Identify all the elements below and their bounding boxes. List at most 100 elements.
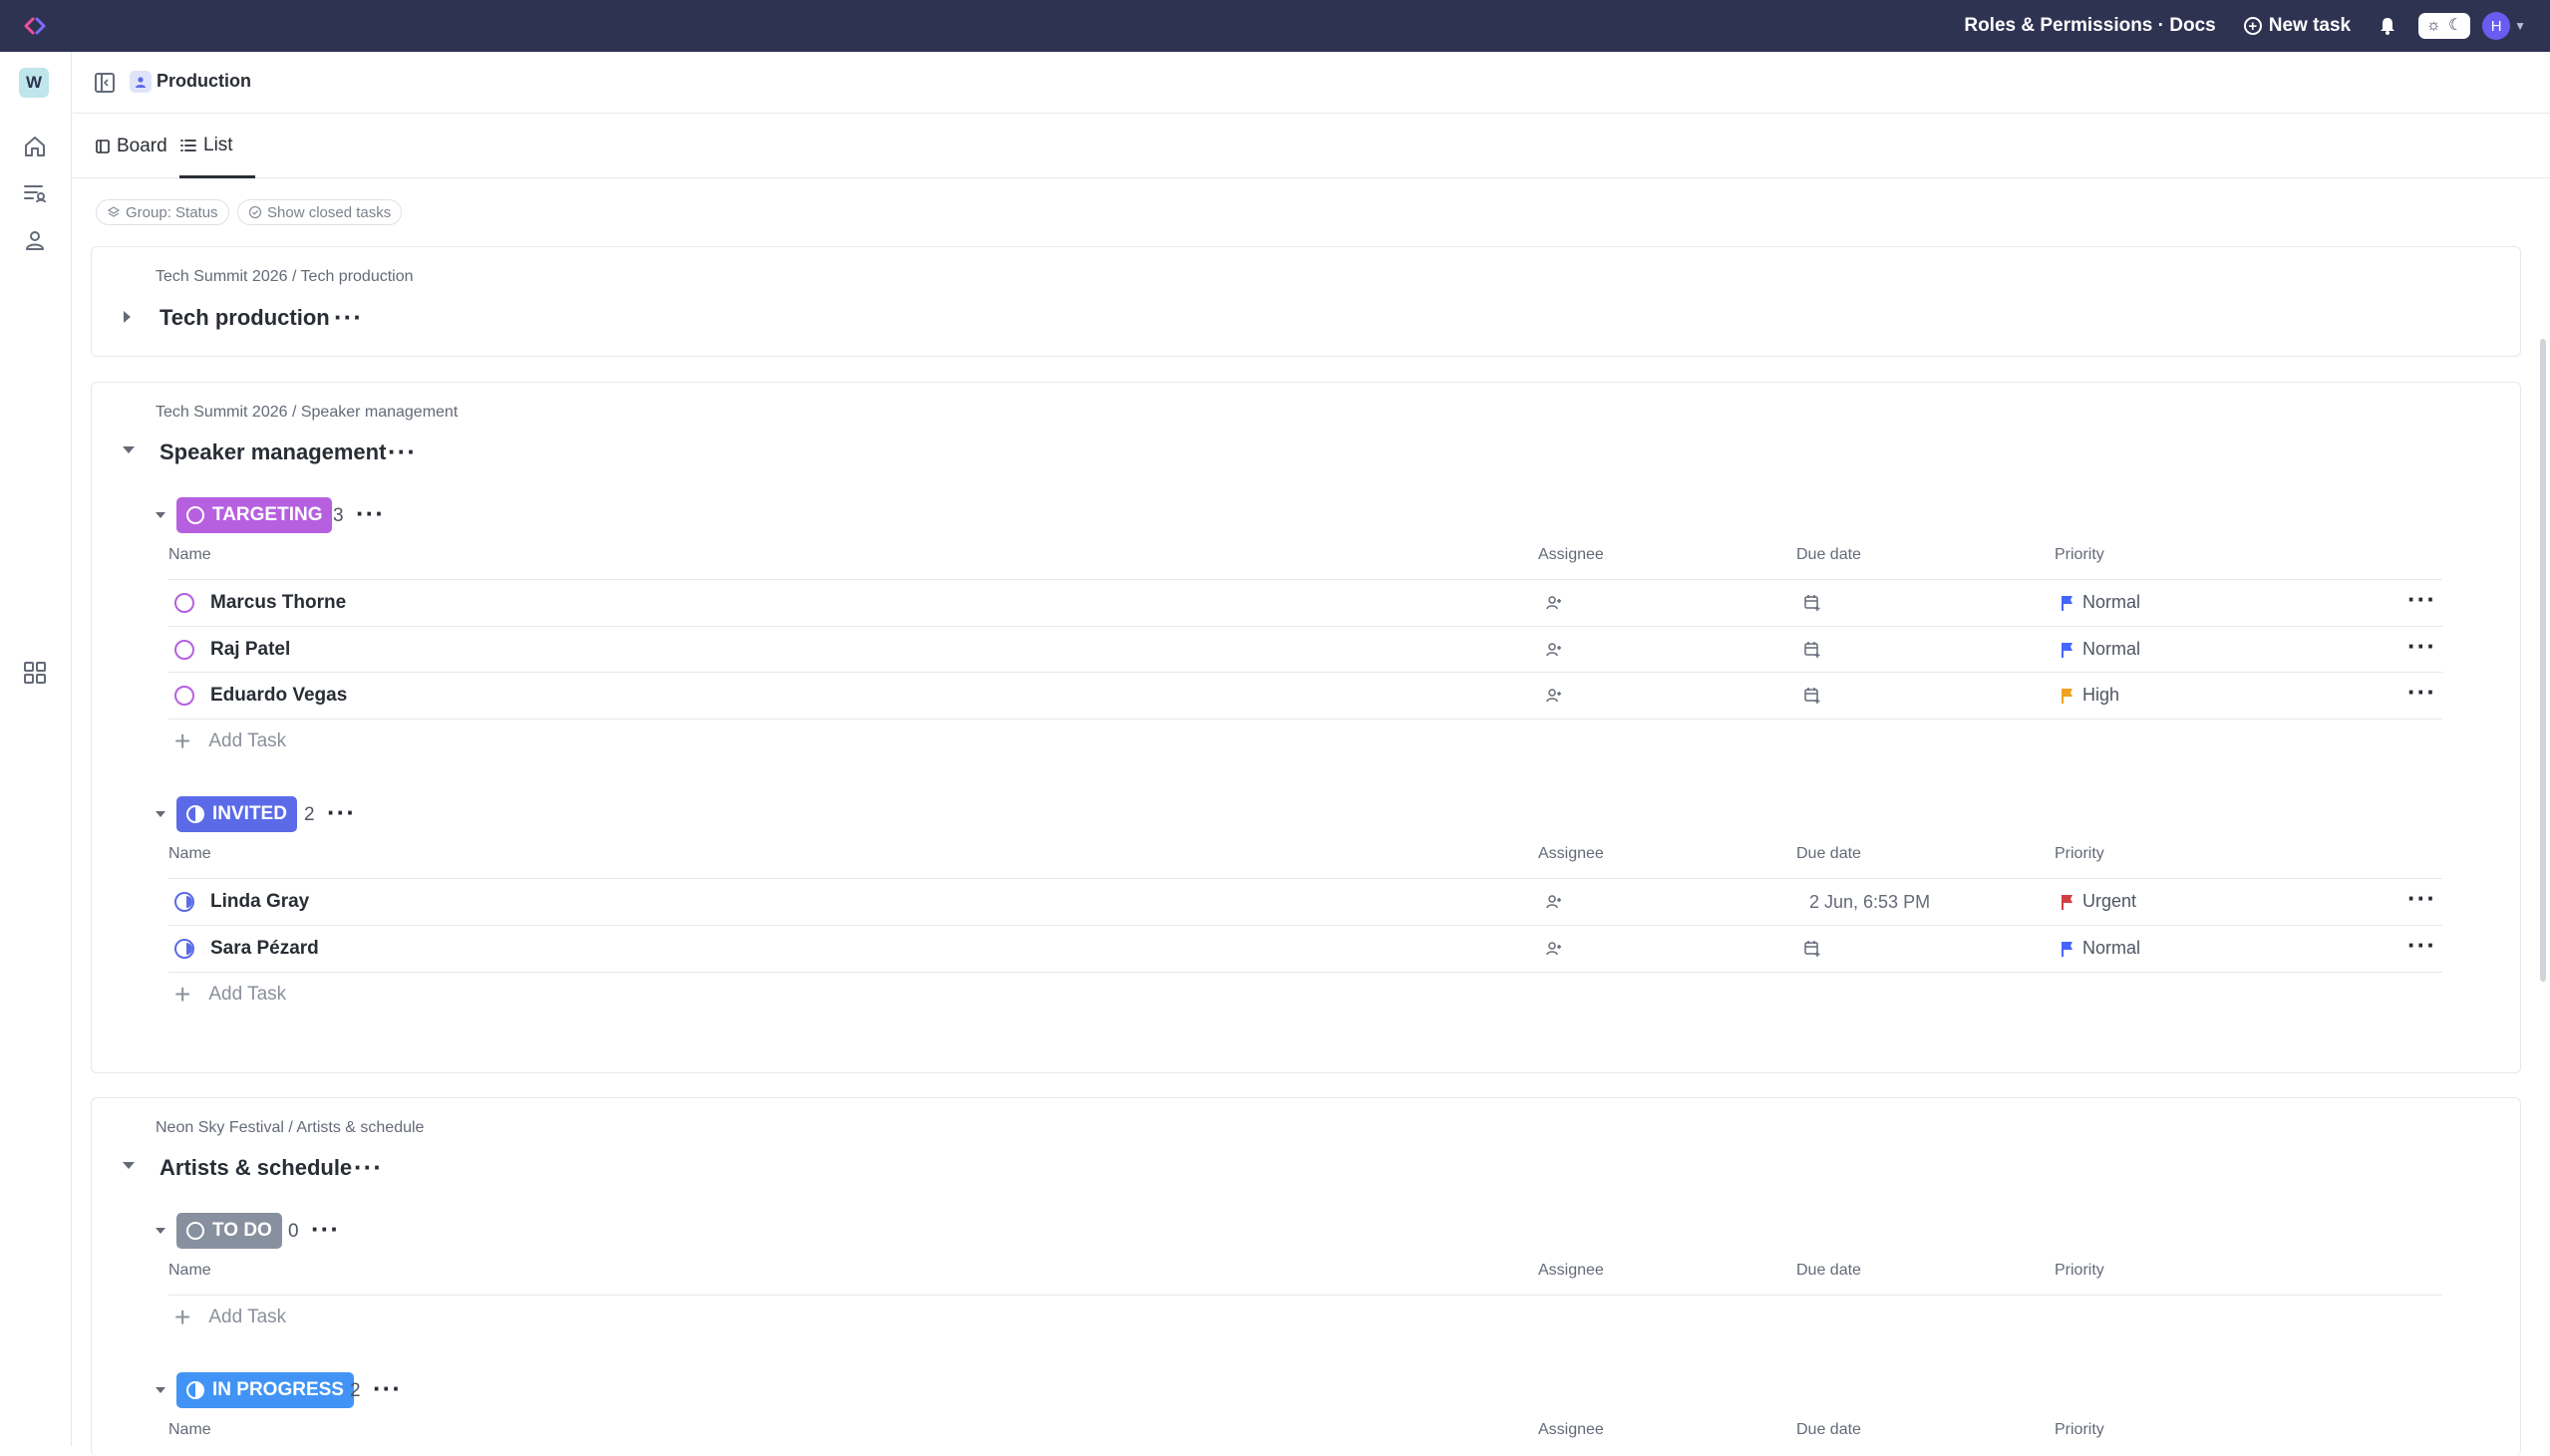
task-status-icon[interactable] (174, 939, 194, 959)
column-header-assignee[interactable]: Assignee (1538, 1421, 1604, 1439)
group-more-icon[interactable]: ··· (373, 1375, 402, 1401)
group-collapse-caret-icon[interactable] (156, 1228, 165, 1234)
sun-icon[interactable]: ☼ (2426, 18, 2441, 34)
collapse-caret-icon[interactable] (123, 446, 135, 453)
column-header-name[interactable]: Name (168, 1421, 211, 1439)
column-header-priority[interactable]: Priority (2055, 1421, 2104, 1439)
home-icon[interactable] (22, 134, 48, 159)
task-row[interactable]: Sara Pézard Normal ··· (174, 926, 2442, 972)
task-more-icon[interactable]: ··· (2407, 586, 2436, 612)
section-more-icon[interactable]: ··· (334, 304, 363, 330)
group-more-icon[interactable]: ··· (327, 799, 356, 825)
add-assignee-icon[interactable] (1544, 593, 1564, 613)
column-header-name[interactable]: Name (168, 546, 211, 564)
add-due-date-icon[interactable] (1802, 640, 1822, 660)
priority-field[interactable]: Normal (2061, 592, 2140, 613)
task-status-icon[interactable] (174, 892, 194, 912)
add-due-date-icon[interactable] (1802, 939, 1822, 959)
add-due-date-icon[interactable] (1802, 686, 1822, 706)
column-header-assignee[interactable]: Assignee (1538, 546, 1604, 564)
column-header-name[interactable]: Name (168, 1262, 211, 1280)
task-more-icon[interactable]: ··· (2407, 633, 2436, 659)
bell-icon[interactable] (2377, 15, 2398, 37)
task-status-icon[interactable] (174, 686, 194, 706)
task-status-icon[interactable] (174, 593, 194, 613)
new-task-button[interactable]: + New task (2243, 15, 2351, 37)
section-breadcrumb[interactable]: Tech Summit 2026 / Speaker management (156, 404, 458, 422)
status-badge-targeting[interactable]: TARGETING (176, 497, 333, 533)
task-row[interactable]: Linda Gray 2 Jun, 6:53 PM Urgent ··· (174, 879, 2442, 925)
group-collapse-caret-icon[interactable] (156, 1387, 165, 1393)
add-assignee-icon[interactable] (1544, 892, 1564, 912)
group-by-chip[interactable]: Group: Status (96, 199, 229, 225)
group-more-icon[interactable]: ··· (311, 1216, 340, 1242)
task-name[interactable]: Marcus Thorne (210, 592, 346, 614)
column-header-name[interactable]: Name (168, 845, 211, 863)
workspace-avatar[interactable]: W (19, 68, 49, 98)
add-due-date-icon[interactable] (1802, 593, 1822, 613)
add-task-button[interactable]: + Add Task (174, 981, 286, 1009)
tab-board[interactable]: Board (95, 115, 167, 178)
apps-grid-icon[interactable] (22, 660, 48, 686)
add-task-button[interactable]: + Add Task (174, 1304, 286, 1331)
status-badge-invited[interactable]: INVITED (176, 796, 297, 832)
section-title[interactable]: Artists & schedule (159, 1155, 352, 1181)
moon-icon[interactable]: ☾ (2448, 18, 2462, 34)
group-collapse-caret-icon[interactable] (156, 512, 165, 518)
task-more-icon[interactable]: ··· (2407, 932, 2436, 958)
task-name[interactable]: Eduardo Vegas (210, 685, 347, 707)
add-task-button[interactable]: + Add Task (174, 728, 286, 755)
space-name[interactable]: Production (157, 71, 251, 92)
section-more-icon[interactable]: ··· (388, 438, 417, 464)
task-row[interactable]: Marcus Thorne Normal ··· (174, 580, 2442, 626)
add-assignee-icon[interactable] (1544, 686, 1564, 706)
section-title[interactable]: Tech production (159, 305, 330, 331)
column-header-due-date[interactable]: Due date (1796, 1421, 1861, 1439)
task-more-icon[interactable]: ··· (2407, 885, 2436, 911)
column-header-priority[interactable]: Priority (2055, 845, 2104, 863)
column-header-priority[interactable]: Priority (2055, 546, 2104, 564)
people-icon[interactable] (22, 227, 48, 253)
priority-field[interactable]: High (2061, 685, 2119, 706)
theme-toggle[interactable]: ☼ ☾ (2418, 13, 2471, 39)
tasks-list-icon[interactable] (22, 180, 48, 206)
app-logo-icon[interactable] (22, 14, 48, 38)
docs-link[interactable]: Roles & Permissions · Docs (1964, 15, 2215, 37)
section-breadcrumb[interactable]: Tech Summit 2026 / Tech production (156, 268, 414, 286)
priority-label: Normal (2082, 639, 2141, 659)
priority-field[interactable]: Normal (2061, 639, 2140, 660)
status-badge-to-do[interactable]: TO DO (176, 1213, 282, 1249)
priority-field[interactable]: Normal (2061, 938, 2140, 959)
group-by-label: Group: Status (126, 203, 218, 221)
task-row[interactable]: Raj Patel Normal ··· (174, 627, 2442, 673)
column-header-due-date[interactable]: Due date (1796, 1262, 1861, 1280)
show-closed-chip[interactable]: Show closed tasks (237, 199, 403, 225)
sidebar-toggle-icon[interactable] (93, 71, 117, 95)
section-more-icon[interactable]: ··· (354, 1154, 383, 1180)
expand-caret-icon[interactable] (124, 311, 131, 323)
collapse-caret-icon[interactable] (123, 1162, 135, 1169)
column-header-priority[interactable]: Priority (2055, 1262, 2104, 1280)
priority-field[interactable]: Urgent (2061, 891, 2136, 912)
task-status-icon[interactable] (174, 640, 194, 660)
task-more-icon[interactable]: ··· (2407, 679, 2436, 705)
add-assignee-icon[interactable] (1544, 939, 1564, 959)
task-name[interactable]: Raj Patel (210, 639, 290, 661)
column-header-due-date[interactable]: Due date (1796, 546, 1861, 564)
status-badge-in-progress[interactable]: IN PROGRESS (176, 1372, 354, 1408)
task-name[interactable]: Linda Gray (210, 891, 309, 913)
section-title[interactable]: Speaker management (159, 439, 386, 465)
group-collapse-caret-icon[interactable] (156, 811, 165, 817)
section-breadcrumb[interactable]: Neon Sky Festival / Artists & schedule (156, 1119, 424, 1137)
due-date-value[interactable]: 2 Jun, 6:53 PM (1809, 892, 1930, 913)
group-more-icon[interactable]: ··· (356, 500, 385, 526)
user-menu[interactable]: H ▼ (2482, 12, 2526, 40)
tab-list[interactable]: List (179, 115, 255, 178)
column-header-due-date[interactable]: Due date (1796, 845, 1861, 863)
column-header-assignee[interactable]: Assignee (1538, 1262, 1604, 1280)
task-row[interactable]: Eduardo Vegas High ··· (174, 673, 2442, 719)
column-header-assignee[interactable]: Assignee (1538, 845, 1604, 863)
task-name[interactable]: Sara Pézard (210, 938, 319, 960)
add-assignee-icon[interactable] (1544, 640, 1564, 660)
vertical-scrollbar[interactable] (2540, 339, 2546, 982)
